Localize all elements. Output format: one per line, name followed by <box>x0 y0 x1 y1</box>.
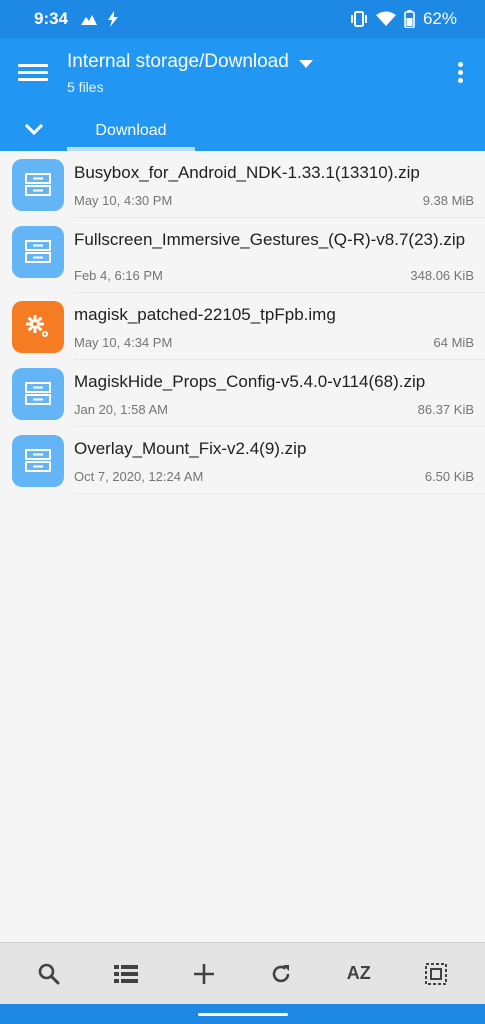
archive-icon <box>12 159 64 211</box>
list-item[interactable]: MagiskHide_Props_Config-v5.4.0-v114(68).… <box>0 360 485 427</box>
file-size: 6.50 KiB <box>424 469 474 484</box>
file-name: Busybox_for_Android_NDK-1.33.1(13310).zi… <box>74 163 420 182</box>
more-vert-icon-dot <box>457 70 463 75</box>
archive-icon <box>12 435 64 487</box>
menu-button[interactable] <box>18 60 48 86</box>
archive-icon <box>12 226 64 278</box>
add-icon <box>193 963 214 984</box>
add-button[interactable] <box>184 954 224 994</box>
path-title: Internal storage/Download <box>67 51 289 72</box>
file-size: 348.06 KiB <box>410 268 474 283</box>
file-date: Feb 4, 6:16 PM <box>74 268 163 283</box>
list-item[interactable]: magisk_patched-22105_tpFpb.img May 10, 4… <box>0 293 485 360</box>
hamburger-icon-line <box>18 71 48 74</box>
gear-icon <box>12 301 64 353</box>
file-size: 9.38 MiB <box>422 193 474 208</box>
list-item[interactable]: Overlay_Mount_Fix-v2.4(9).zip Oct 7, 202… <box>0 427 485 494</box>
file-name: magisk_patched-22105_tpFpb.img <box>74 305 336 324</box>
archive-icon <box>12 368 64 420</box>
file-date: Oct 7, 2020, 12:24 AM <box>74 469 204 484</box>
dropdown-arrow-icon <box>298 60 313 68</box>
file-date: Jan 20, 1:58 AM <box>74 402 168 417</box>
file-date: May 10, 4:30 PM <box>74 193 173 208</box>
list-item[interactable]: Fullscreen_Immersive_Gestures_(Q-R)-v8.7… <box>0 218 485 293</box>
select-all-icon <box>425 962 448 985</box>
divider <box>74 493 485 494</box>
chevron-down-icon <box>24 123 44 136</box>
more-vert-icon <box>457 62 463 67</box>
more-vert-icon-dot <box>457 78 463 83</box>
status-time: 9:34 <box>34 9 69 28</box>
file-name: Overlay_Mount_Fix-v2.4(9).zip <box>74 439 307 458</box>
search-icon <box>38 963 60 984</box>
bottom-toolbar: AZ <box>0 942 485 1004</box>
mountain-icon <box>80 12 98 26</box>
vibrate-icon <box>350 11 368 27</box>
bolt-icon <box>106 11 120 27</box>
list-item[interactable]: Busybox_for_Android_NDK-1.33.1(13310).zi… <box>0 151 485 218</box>
search-button[interactable] <box>29 954 69 994</box>
breadcrumb-tabs: Download <box>0 110 485 151</box>
file-name: MagiskHide_Props_Config-v5.4.0-v114(68).… <box>74 372 426 391</box>
file-name: Fullscreen_Immersive_Gestures_(Q-R)-v8.7… <box>74 230 466 249</box>
file-date: May 10, 4:34 PM <box>74 335 173 350</box>
view-mode-button[interactable] <box>106 954 146 994</box>
sort-icon: AZ <box>346 963 371 983</box>
wifi-icon <box>375 11 396 27</box>
hamburger-icon-line <box>18 78 48 81</box>
file-size: 64 MiB <box>433 335 474 350</box>
overflow-menu-button[interactable] <box>455 62 465 84</box>
battery-icon <box>404 10 415 28</box>
file-list: Busybox_for_Android_NDK-1.33.1(13310).zi… <box>0 151 485 494</box>
path-selector[interactable]: Internal storage/Download 5 files <box>67 51 313 95</box>
hamburger-icon <box>18 64 48 67</box>
collapse-button[interactable] <box>22 118 46 142</box>
gesture-nav-bar <box>0 1004 485 1024</box>
file-size: 86.37 KiB <box>417 402 474 417</box>
file-count: 5 files <box>67 79 104 95</box>
sort-button[interactable]: AZ <box>339 954 379 994</box>
battery-percent: 62% <box>422 9 457 28</box>
app-bar: Internal storage/Download 5 files Downlo… <box>0 38 485 151</box>
home-handle[interactable] <box>198 1013 288 1016</box>
refresh-icon <box>273 964 290 982</box>
refresh-button[interactable] <box>261 954 301 994</box>
list-view-icon <box>114 964 139 983</box>
tab-download[interactable]: Download <box>67 110 195 151</box>
select-all-button[interactable] <box>416 954 456 994</box>
status-bar: 9:34 62% <box>0 0 485 38</box>
